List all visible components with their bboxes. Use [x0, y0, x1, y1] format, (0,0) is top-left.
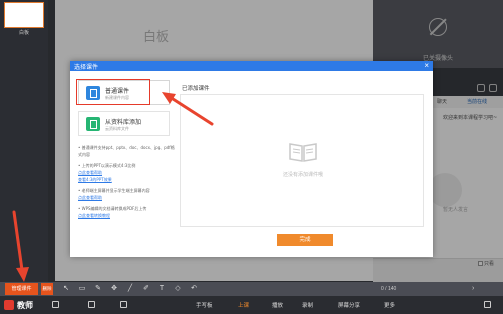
- move-icon[interactable]: ✥: [110, 285, 118, 293]
- pen-icon[interactable]: ✎: [94, 285, 102, 293]
- manage-courseware-button[interactable]: 管理课件: [5, 283, 38, 295]
- added-courseware-label: 已添加课件: [182, 86, 210, 92]
- mic-icon[interactable]: [88, 301, 95, 308]
- volume-icon[interactable]: [52, 301, 59, 308]
- close-icon[interactable]: ×: [424, 61, 429, 71]
- delete-button[interactable]: 删除: [41, 283, 53, 295]
- pointer-icon[interactable]: ↖: [62, 285, 70, 293]
- empty-hint: 还没有添加课件哦: [282, 172, 323, 178]
- note-item: • 老师端主屏幕并显示学生端主屏幕内容 点此查看帮助: [78, 188, 150, 200]
- line-icon[interactable]: ╱: [126, 285, 134, 293]
- text-icon[interactable]: T: [158, 285, 166, 293]
- added-courseware-list: 还没有添加课件哦: [180, 94, 424, 227]
- page-count: 0 / 140: [381, 286, 397, 292]
- page-next-icon[interactable]: ›: [472, 285, 480, 293]
- option-subtitle: 云资料库文件: [105, 126, 129, 131]
- slide-strip: 白板: [0, 0, 48, 282]
- help-link[interactable]: 点此查看帮助: [78, 170, 102, 175]
- library-icon: [86, 117, 100, 131]
- convert-tutorial-link[interactable]: 点此查看转换教程: [78, 213, 110, 218]
- statusbar-item-screenshare[interactable]: 屏幕分享: [338, 301, 360, 309]
- empty-book-icon: [289, 143, 317, 162]
- option-title: 从资料库添加: [105, 119, 142, 126]
- status-bar: 教师 手写板 上课 播放 录制 屏幕分享 更多: [0, 296, 503, 314]
- statusbar-item-play[interactable]: 播放: [272, 301, 283, 309]
- dialog-title: 选择课件: [74, 64, 99, 71]
- role-label: 教师: [17, 301, 33, 310]
- slide-thumbnail[interactable]: [4, 2, 44, 28]
- help-link[interactable]: 点此查看帮助: [78, 195, 102, 200]
- fullscreen-icon[interactable]: [484, 301, 491, 308]
- eraser-icon[interactable]: ◇: [174, 285, 182, 293]
- dialog-header: 选择课件 ×: [70, 61, 433, 71]
- brush-icon[interactable]: ✐: [142, 285, 150, 293]
- statusbar-item-more[interactable]: 更多: [384, 301, 395, 309]
- statusbar-item-class[interactable]: 上课: [238, 301, 249, 309]
- note-item: • WPS编辑的文档请转换成PDF后上传 点此查看转换教程: [78, 206, 147, 218]
- note-item: • 上传的PPT以演示模式4:3比例 点此查看帮助 查看4:3的PPT效果: [78, 163, 136, 182]
- bottom-toolbar: 管理课件 删除 ↖ ▭ ✎ ✥ ╱ ✐ T ◇ ↶ 0 / 140 ›: [0, 282, 503, 296]
- highlight-box: [76, 79, 150, 105]
- select-icon[interactable]: ▭: [78, 285, 86, 293]
- statusbar-item-handwriting[interactable]: 手写板: [196, 301, 213, 309]
- effect-link[interactable]: 查看4:3的PPT效果: [78, 177, 112, 182]
- note-item: • 普通课件支持ppt、pptx、doc、docx、jpg、pdf格式内容: [78, 145, 175, 157]
- undo-icon[interactable]: ↶: [190, 285, 198, 293]
- option-library[interactable]: 从资料库添加 云资料库文件: [78, 111, 170, 136]
- camera-icon[interactable]: [120, 301, 127, 308]
- upload-notes: • 普通课件支持ppt、pptx、doc、docx、jpg、pdf格式内容 • …: [78, 144, 178, 223]
- done-button[interactable]: 完成: [277, 234, 333, 246]
- statusbar-item-record[interactable]: 录制: [302, 301, 313, 309]
- slide-thumbnail-label: 白板: [18, 30, 29, 36]
- app-logo-icon: [4, 300, 14, 310]
